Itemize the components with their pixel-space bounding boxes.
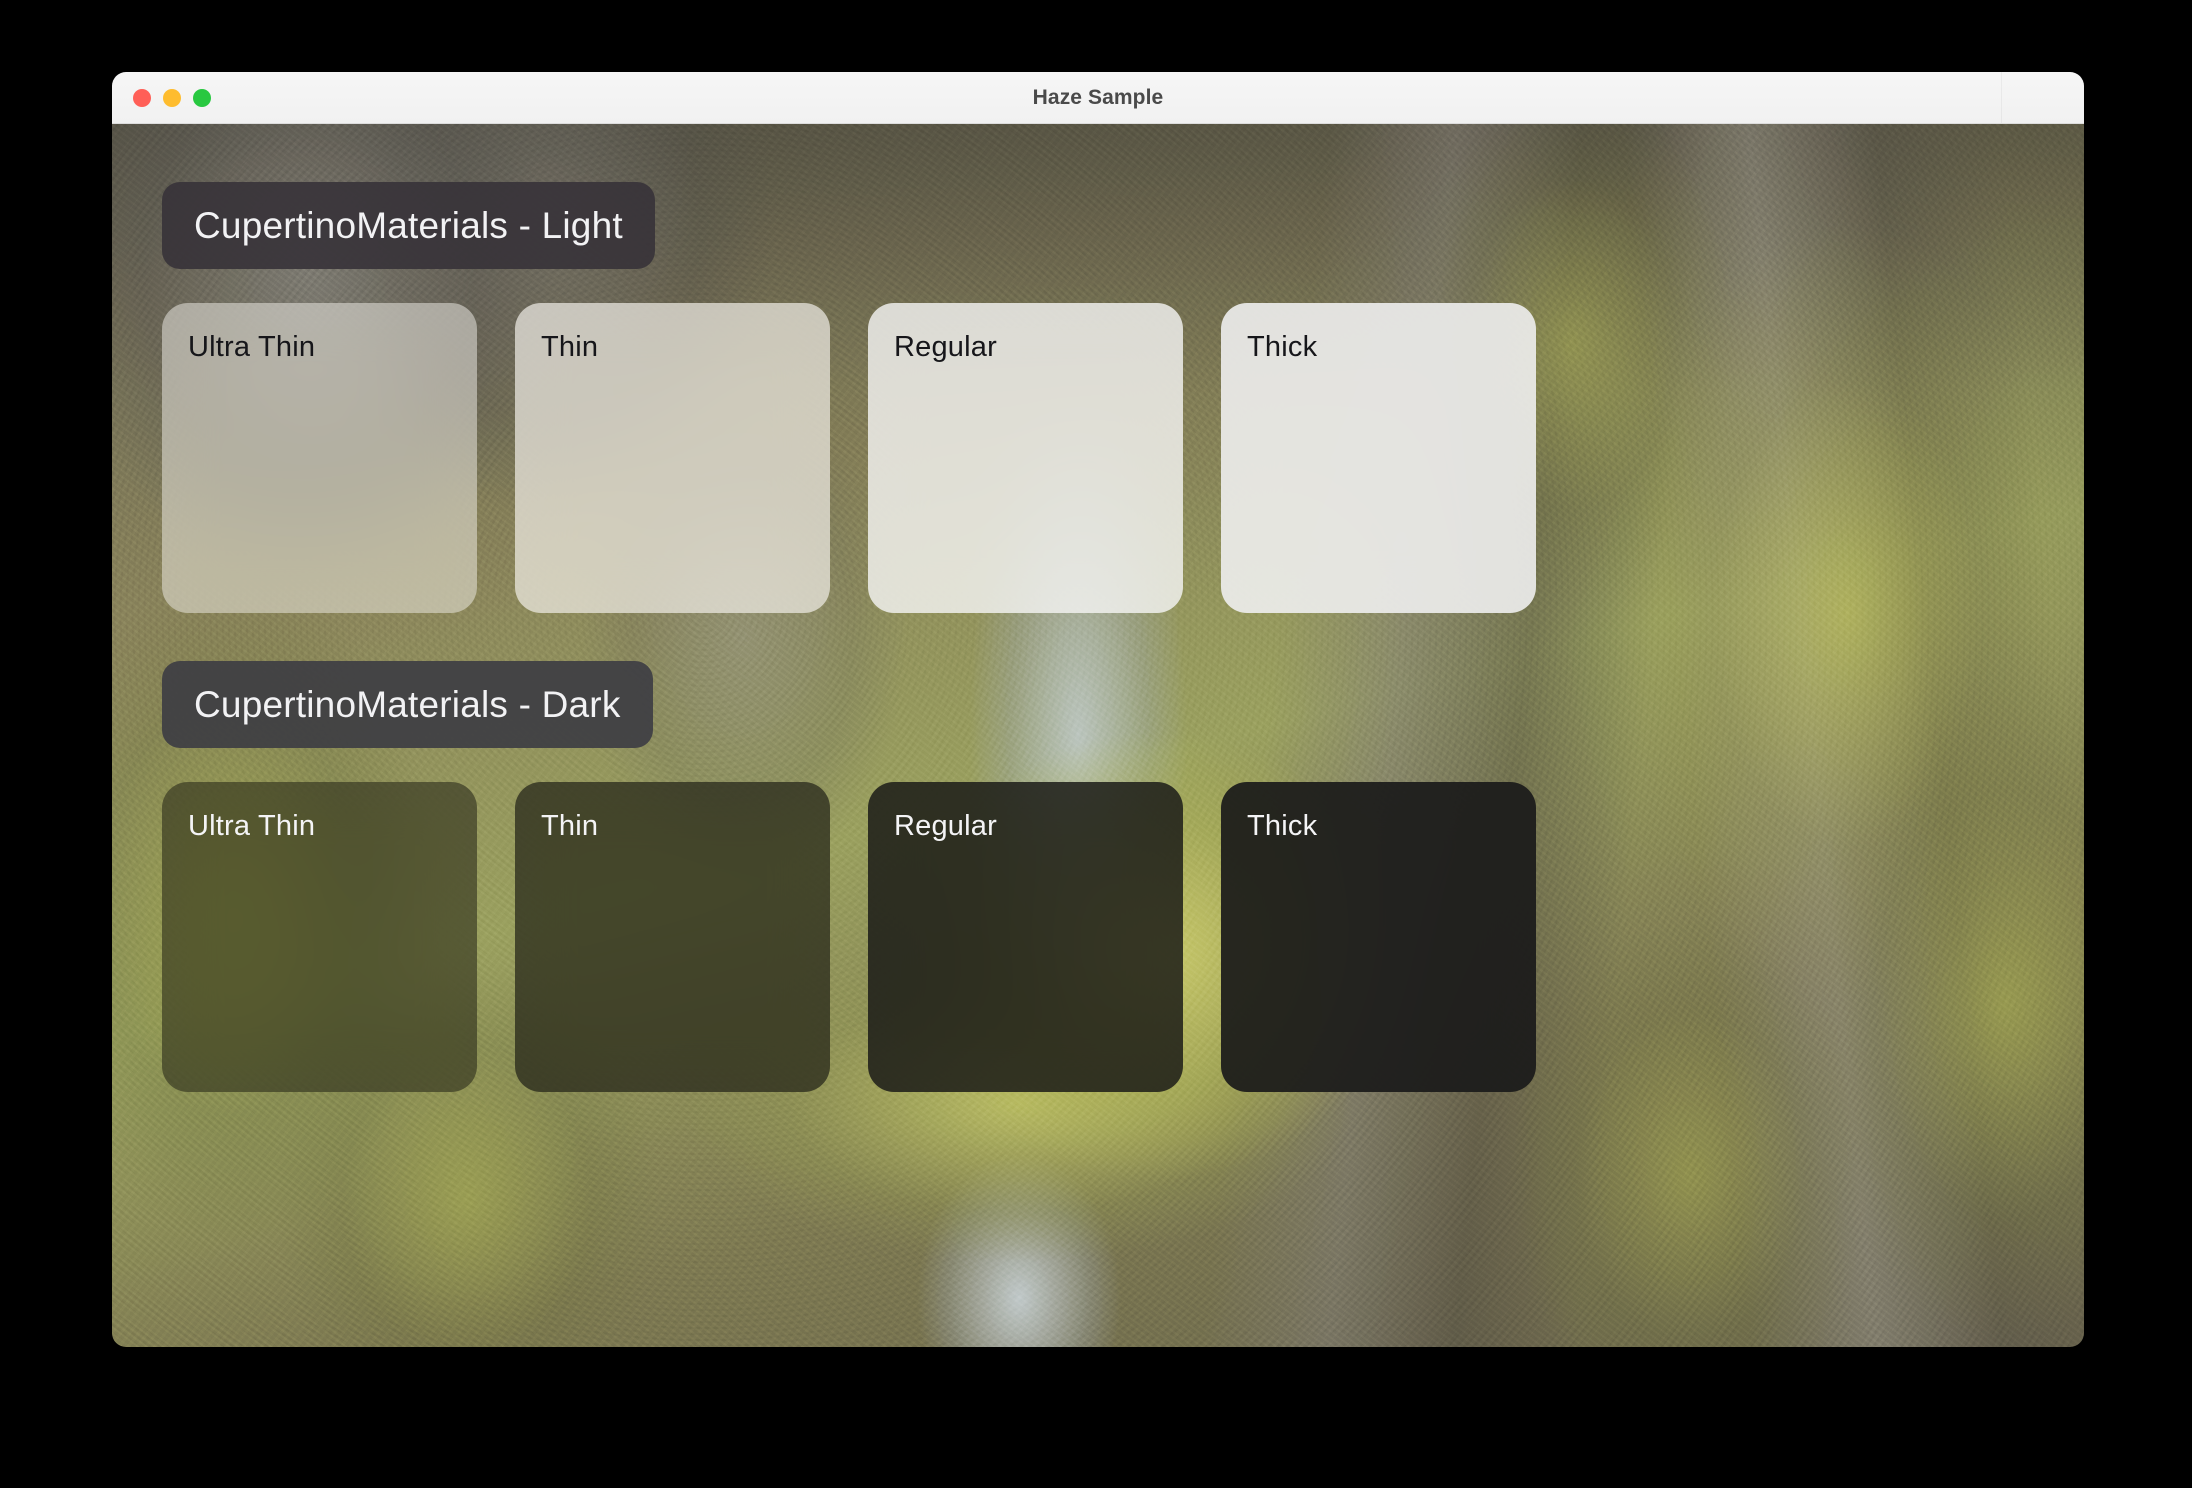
material-card-light-regular[interactable]: Regular bbox=[868, 303, 1183, 613]
window-content: CupertinoMaterials - Light Ultra Thin Th… bbox=[112, 124, 2084, 1347]
material-row-dark: Ultra Thin Thin Regular Thick bbox=[162, 782, 2084, 1092]
material-row-light: Ultra Thin Thin Regular Thick bbox=[162, 303, 2084, 613]
window-titlebar[interactable]: Haze Sample bbox=[112, 72, 2084, 124]
material-label: Thick bbox=[1247, 331, 1318, 363]
desktop-backdrop: Haze Sample CupertinoMaterials - Light U… bbox=[0, 0, 2192, 1488]
material-card-dark-thin[interactable]: Thin bbox=[515, 782, 830, 1092]
section-title-light: CupertinoMaterials - Light bbox=[194, 205, 623, 246]
material-label: Regular bbox=[894, 331, 997, 363]
maximize-window-button[interactable] bbox=[193, 88, 211, 107]
window-title: Haze Sample bbox=[1032, 85, 1164, 109]
material-card-dark-regular[interactable]: Regular bbox=[868, 782, 1183, 1092]
minimize-window-button[interactable] bbox=[163, 88, 181, 107]
section-title-dark: CupertinoMaterials - Dark bbox=[194, 684, 621, 725]
titlebar-divider bbox=[2001, 72, 2002, 123]
materials-sections: CupertinoMaterials - Light Ultra Thin Th… bbox=[112, 124, 2084, 1347]
material-label: Regular bbox=[894, 810, 997, 842]
material-label: Ultra Thin bbox=[188, 331, 316, 363]
material-card-light-ultrathin[interactable]: Ultra Thin bbox=[162, 303, 477, 613]
section-header-light: CupertinoMaterials - Light bbox=[162, 182, 655, 269]
material-card-light-thick[interactable]: Thick bbox=[1221, 303, 1536, 613]
close-window-button[interactable] bbox=[133, 88, 151, 107]
material-card-light-thin[interactable]: Thin bbox=[515, 303, 830, 613]
material-label: Thick bbox=[1247, 810, 1318, 842]
material-card-dark-thick[interactable]: Thick bbox=[1221, 782, 1536, 1092]
traffic-light-controls bbox=[133, 88, 211, 107]
app-window: Haze Sample CupertinoMaterials - Light U… bbox=[112, 72, 2084, 1347]
material-label: Thin bbox=[541, 810, 599, 842]
material-label: Thin bbox=[541, 331, 599, 363]
material-card-dark-ultrathin[interactable]: Ultra Thin bbox=[162, 782, 477, 1092]
material-label: Ultra Thin bbox=[188, 810, 316, 842]
section-header-dark: CupertinoMaterials - Dark bbox=[162, 661, 653, 748]
